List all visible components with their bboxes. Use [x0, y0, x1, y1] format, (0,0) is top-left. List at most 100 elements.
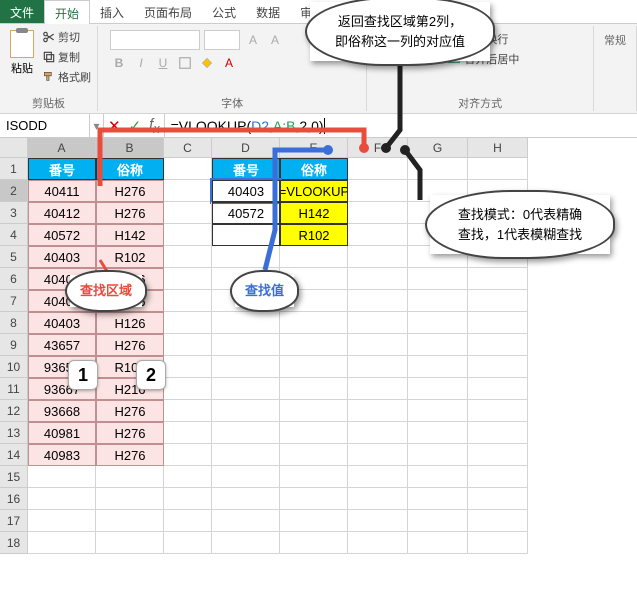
cell-C10[interactable] — [164, 356, 212, 378]
font-family-select[interactable] — [110, 30, 200, 50]
cell-B17[interactable] — [96, 510, 164, 532]
cell-H7[interactable] — [468, 290, 528, 312]
row-header-9[interactable]: 9 — [0, 334, 28, 356]
cell-F2[interactable] — [348, 180, 408, 202]
cell-E5[interactable] — [280, 246, 348, 268]
cell-A18[interactable] — [28, 532, 96, 554]
cell-C16[interactable] — [164, 488, 212, 510]
cell-H12[interactable] — [468, 400, 528, 422]
row-header-18[interactable]: 18 — [0, 532, 28, 554]
cell-C5[interactable] — [164, 246, 212, 268]
cell-B2[interactable]: H276 — [96, 180, 164, 202]
cell-C8[interactable] — [164, 312, 212, 334]
cell-D10[interactable] — [212, 356, 280, 378]
cell-F16[interactable] — [348, 488, 408, 510]
row-header-7[interactable]: 7 — [0, 290, 28, 312]
cell-E16[interactable] — [280, 488, 348, 510]
cell-C1[interactable] — [164, 158, 212, 180]
cell-G12[interactable] — [408, 400, 468, 422]
cell-B4[interactable]: H142 — [96, 224, 164, 246]
cell-D2[interactable]: 40403 — [212, 180, 280, 202]
cell-G18[interactable] — [408, 532, 468, 554]
name-box[interactable]: ISODD — [0, 114, 90, 137]
cell-F3[interactable] — [348, 202, 408, 224]
cell-E12[interactable] — [280, 400, 348, 422]
cell-F11[interactable] — [348, 378, 408, 400]
cell-C9[interactable] — [164, 334, 212, 356]
cell-H10[interactable] — [468, 356, 528, 378]
cell-D16[interactable] — [212, 488, 280, 510]
cell-D15[interactable] — [212, 466, 280, 488]
cell-A5[interactable]: 40403 — [28, 246, 96, 268]
cell-D18[interactable] — [212, 532, 280, 554]
cell-H8[interactable] — [468, 312, 528, 334]
cell-F5[interactable] — [348, 246, 408, 268]
cell-B14[interactable]: H276 — [96, 444, 164, 466]
cell-E14[interactable] — [280, 444, 348, 466]
row-header-15[interactable]: 15 — [0, 466, 28, 488]
formula-input[interactable]: =VLOOKUP(D2,A:B,2,0) — [165, 114, 637, 137]
bold-button[interactable]: B — [110, 54, 128, 72]
tab-home[interactable]: 开始 — [44, 0, 90, 24]
cell-E15[interactable] — [280, 466, 348, 488]
row-header-2[interactable]: 2 — [0, 180, 28, 202]
cell-A2[interactable]: 40411 — [28, 180, 96, 202]
cell-D17[interactable] — [212, 510, 280, 532]
cut-button[interactable]: 剪切 — [42, 28, 91, 46]
row-header-1[interactable]: 1 — [0, 158, 28, 180]
cell-F8[interactable] — [348, 312, 408, 334]
cell-B18[interactable] — [96, 532, 164, 554]
number-format[interactable]: 常规 — [600, 28, 630, 109]
cell-F4[interactable] — [348, 224, 408, 246]
cell-E10[interactable] — [280, 356, 348, 378]
cell-A17[interactable] — [28, 510, 96, 532]
cell-G8[interactable] — [408, 312, 468, 334]
cell-F7[interactable] — [348, 290, 408, 312]
cell-C3[interactable] — [164, 202, 212, 224]
cell-A8[interactable]: 40403 — [28, 312, 96, 334]
cell-E3[interactable]: H142 — [280, 202, 348, 224]
cell-E11[interactable] — [280, 378, 348, 400]
cell-F15[interactable] — [348, 466, 408, 488]
cell-C6[interactable] — [164, 268, 212, 290]
cell-H6[interactable] — [468, 268, 528, 290]
row-header-12[interactable]: 12 — [0, 400, 28, 422]
italic-button[interactable]: I — [132, 54, 150, 72]
cell-C11[interactable] — [164, 378, 212, 400]
cell-A12[interactable]: 93668 — [28, 400, 96, 422]
cell-G6[interactable] — [408, 268, 468, 290]
cell-A3[interactable]: 40412 — [28, 202, 96, 224]
cell-C18[interactable] — [164, 532, 212, 554]
cell-G17[interactable] — [408, 510, 468, 532]
cell-F10[interactable] — [348, 356, 408, 378]
border-button[interactable] — [176, 54, 194, 72]
cell-D13[interactable] — [212, 422, 280, 444]
cell-E9[interactable] — [280, 334, 348, 356]
col-header-D[interactable]: D — [212, 138, 280, 158]
format-painter-button[interactable]: 格式刷 — [42, 68, 91, 86]
cell-F17[interactable] — [348, 510, 408, 532]
row-header-10[interactable]: 10 — [0, 356, 28, 378]
tab-formula[interactable]: 公式 — [202, 0, 246, 23]
cell-F12[interactable] — [348, 400, 408, 422]
cancel-formula-button[interactable]: ✕ — [108, 117, 121, 135]
cell-E18[interactable] — [280, 532, 348, 554]
cell-H13[interactable] — [468, 422, 528, 444]
cell-G10[interactable] — [408, 356, 468, 378]
cell-D3[interactable]: 40572 — [212, 202, 280, 224]
cell-B16[interactable] — [96, 488, 164, 510]
cell-C14[interactable] — [164, 444, 212, 466]
cell-B12[interactable]: H276 — [96, 400, 164, 422]
cell-G9[interactable] — [408, 334, 468, 356]
cell-A13[interactable]: 40981 — [28, 422, 96, 444]
cell-C15[interactable] — [164, 466, 212, 488]
cell-H1[interactable] — [468, 158, 528, 180]
cell-G15[interactable] — [408, 466, 468, 488]
row-header-4[interactable]: 4 — [0, 224, 28, 246]
fill-color-button[interactable] — [198, 54, 216, 72]
cell-C17[interactable] — [164, 510, 212, 532]
cell-G16[interactable] — [408, 488, 468, 510]
cell-A1[interactable]: 番号 — [28, 158, 96, 180]
cell-B3[interactable]: H276 — [96, 202, 164, 224]
cell-C7[interactable] — [164, 290, 212, 312]
